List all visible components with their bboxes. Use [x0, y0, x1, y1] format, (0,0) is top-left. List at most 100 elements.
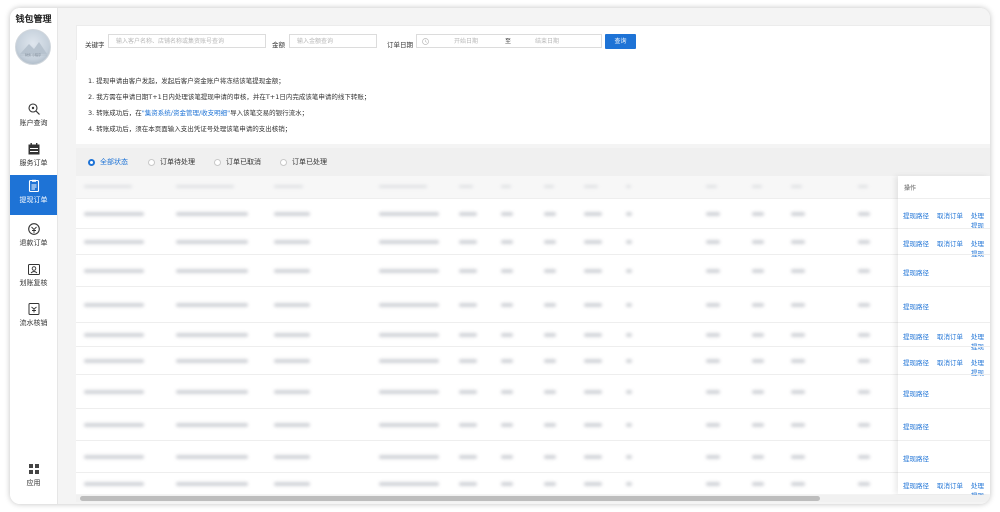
table-cell: [858, 333, 870, 337]
table-cell: [858, 303, 870, 307]
table-cell: [501, 333, 513, 337]
calendar-icon: [28, 143, 39, 155]
keyword-input[interactable]: 输入客户名称、店铺名称或集资账号查询: [108, 34, 266, 48]
sidebar-item-account-search[interactable]: 账户查询: [10, 98, 57, 136]
cancel-order-link[interactable]: 取消订单: [937, 480, 963, 490]
table-cell: [84, 482, 144, 486]
header-cell: [544, 185, 554, 188]
date-start-input[interactable]: 开始日期: [454, 35, 478, 49]
table-cell: [501, 269, 513, 273]
withdraw-path-link[interactable]: 提现路径: [903, 357, 929, 367]
table-cell: [544, 423, 556, 427]
header-cell: [274, 185, 303, 188]
table-cell: [706, 482, 720, 486]
table-cell: [752, 269, 764, 273]
logo: 财务·小程序: [15, 29, 51, 65]
date-separator: 至: [505, 38, 512, 45]
sidebar-item-service-orders[interactable]: 服务订单: [10, 138, 57, 176]
table-cell: [791, 303, 805, 307]
table-cell: [176, 333, 248, 337]
cancel-order-link[interactable]: 取消订单: [937, 357, 963, 367]
table-row: [76, 472, 990, 495]
table-cell: [544, 240, 556, 244]
main-content: 关键字 输入客户名称、店铺名称或集资账号查询 金额 输入金额查询 订单日期 开始…: [58, 8, 990, 504]
table-cell: [84, 240, 144, 244]
sidebar-item-transfer-review[interactable]: 划账复核: [10, 258, 57, 296]
radio-label: 全部状态: [100, 158, 128, 166]
table-cell: [752, 359, 764, 363]
table-cell: [584, 359, 602, 363]
amount-input[interactable]: 输入金额查询: [289, 34, 377, 48]
table-cell: [176, 240, 248, 244]
withdraw-path-link[interactable]: 提现路径: [903, 388, 929, 398]
ops-column: 操作 提现路径 取消订单 处理提现 提现路径 取消订单 处理提现 提现路径 提现路径 提现路径取…: [898, 176, 990, 500]
horizontal-scrollbar-thumb[interactable]: [80, 496, 820, 501]
table-cell: [584, 303, 602, 307]
withdraw-path-link[interactable]: 提现路径: [903, 267, 929, 277]
table-cell: [584, 333, 602, 337]
clock-icon: [422, 38, 429, 45]
table-row: [76, 408, 990, 441]
sidebar-item-label: 服务订单: [19, 159, 48, 167]
table-cell: [84, 333, 144, 337]
table-cell: [379, 333, 439, 337]
process-withdraw-link[interactable]: 处理提现: [971, 210, 990, 230]
radio-cancelled[interactable]: 订单已取消: [214, 157, 261, 167]
withdraw-path-link[interactable]: 提现路径: [903, 480, 929, 490]
table-cell: [791, 240, 805, 244]
cancel-order-link[interactable]: 取消订单: [937, 331, 963, 341]
table-row: [76, 198, 990, 229]
query-button[interactable]: 查询: [605, 34, 636, 49]
header-cell: [379, 185, 427, 188]
radio-pending[interactable]: 订单待处理: [148, 157, 195, 167]
note-1: 1. 提现申请由客户发起，发起后客户资金账户将冻结该笔提现金额；: [88, 77, 285, 85]
header-cell: [752, 185, 762, 188]
table-header: [76, 176, 990, 198]
note-4: 4. 转账成功后，须在本页面输入支出凭证号处理该笔申请的支出核销；: [88, 125, 292, 133]
table-cell: [459, 482, 477, 486]
table-cell: [706, 359, 720, 363]
table-row: [76, 322, 990, 347]
ops-row: 提现路径: [898, 254, 990, 287]
table-cell: [752, 303, 764, 307]
radio-all-status[interactable]: 全部状态: [88, 157, 128, 167]
withdraw-path-link[interactable]: 提现路径: [903, 421, 929, 431]
table-cell: [274, 269, 310, 273]
table-cell: [791, 455, 805, 459]
table-cell: [706, 455, 720, 459]
date-range-picker[interactable]: 开始日期 至 结束日期: [416, 34, 602, 48]
withdraw-path-link[interactable]: 提现路径: [903, 301, 929, 311]
cancel-order-link[interactable]: 取消订单: [937, 210, 963, 220]
sidebar-item-apps[interactable]: 应用: [10, 458, 57, 496]
ops-row: 提现路径: [898, 286, 990, 323]
table-cell: [84, 455, 144, 459]
table-cell: [791, 269, 805, 273]
table-cell: [501, 303, 513, 307]
header-cell: [706, 185, 718, 188]
table-cell: [706, 240, 720, 244]
table-cell: [791, 482, 805, 486]
sidebar-item-label: 提现订单: [19, 196, 48, 204]
date-end-input[interactable]: 结束日期: [535, 35, 559, 49]
table-cell: [706, 212, 720, 216]
sidebar-item-withdraw-orders[interactable]: 提现订单: [10, 175, 57, 215]
ledger-path-link[interactable]: "集资系统/资金管理/收支明细": [142, 109, 230, 117]
cancel-order-link[interactable]: 取消订单: [937, 238, 963, 248]
table-cell: [706, 333, 720, 337]
withdraw-path-link[interactable]: 提现路径: [903, 331, 929, 341]
logo-mountain-icon: [20, 42, 47, 56]
withdraw-path-link[interactable]: 提现路径: [903, 453, 929, 463]
withdraw-path-link[interactable]: 提现路径: [903, 238, 929, 248]
table-row: [76, 286, 990, 323]
sidebar-item-label: 退款订单: [19, 239, 48, 247]
header-cell: [584, 185, 599, 188]
withdraw-path-link[interactable]: 提现路径: [903, 210, 929, 220]
sidebar: 钱包管理 财务·小程序 账户查询 服务订单 提现订单 退款订单 划账复核 流水核…: [10, 8, 58, 504]
table-cell: [379, 423, 439, 427]
table-cell: [176, 212, 248, 216]
sidebar-item-ledger[interactable]: 流水核销: [10, 298, 57, 336]
table-cell: [379, 240, 439, 244]
table-cell: [626, 482, 632, 486]
sidebar-item-refund-orders[interactable]: 退款订单: [10, 218, 57, 256]
radio-processed[interactable]: 订单已处理: [280, 157, 327, 167]
